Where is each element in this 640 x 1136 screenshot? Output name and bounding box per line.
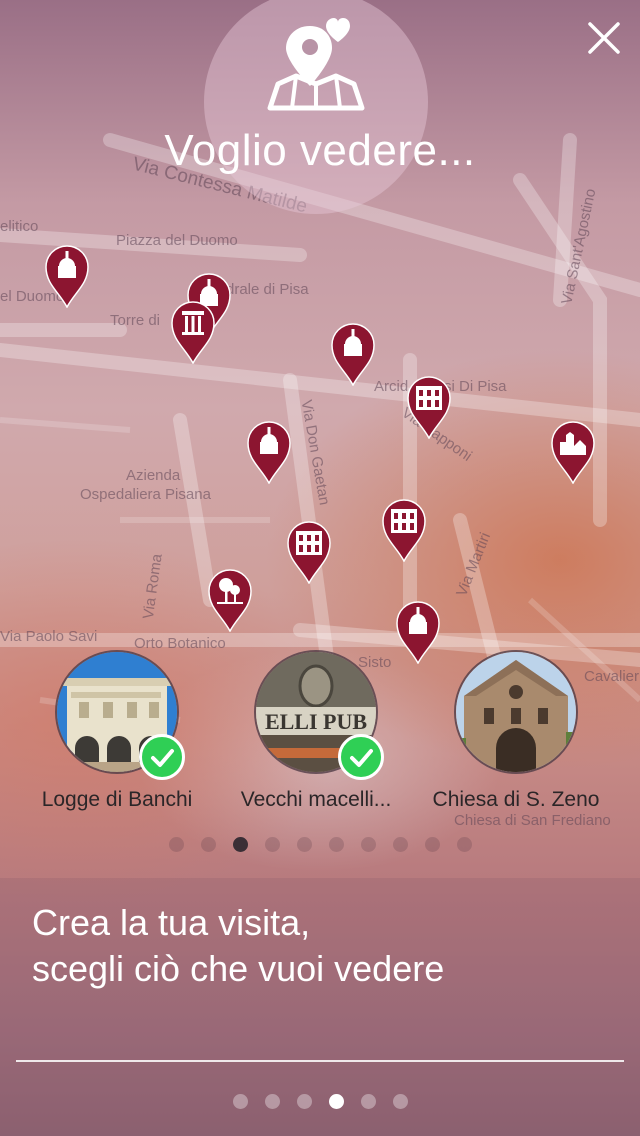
page-dot[interactable] (232, 1094, 248, 1109)
carousel-dot[interactable] (328, 837, 344, 852)
page-dot-active[interactable] (328, 1094, 344, 1109)
street-label: Via Paolo Savi (0, 628, 98, 645)
palace-icon[interactable] (406, 375, 452, 439)
page-dot[interactable] (392, 1094, 408, 1109)
place-label: Logge di Banchi (41, 788, 193, 811)
caption-line-2: scegli ciò che vuoi vedere (32, 948, 445, 989)
place-card-chiesa-di-s-zeno[interactable]: Chiesa di S. Zeno (416, 650, 616, 812)
street-label: elitico (0, 218, 39, 235)
place-card-logge-di-banchi[interactable]: Logge di Banchi (17, 650, 217, 812)
street-label: Ospedaliera Pisana (80, 486, 211, 503)
street-label: Azienda (126, 467, 181, 484)
page-dot[interactable] (360, 1094, 376, 1109)
street-label: drale di Pisa (226, 281, 309, 298)
carousel-dot-active[interactable] (232, 837, 248, 852)
garden-icon[interactable] (207, 568, 253, 632)
carousel-dot[interactable] (264, 837, 280, 852)
divider (16, 1060, 624, 1062)
monument-icon[interactable] (550, 420, 596, 484)
carousel-dot[interactable] (456, 837, 472, 852)
carousel-dot[interactable] (360, 837, 376, 852)
church-icon[interactable] (246, 420, 292, 484)
page-title: Voglio vedere... (164, 126, 476, 175)
street-label: si Di Pisa (444, 378, 507, 395)
selected-check-icon (338, 734, 384, 780)
carousel-dot[interactable] (168, 837, 184, 852)
street-label: Arcid (374, 378, 409, 395)
palace-icon[interactable] (286, 520, 332, 584)
church-icon[interactable] (330, 322, 376, 386)
selected-check-icon (139, 734, 185, 780)
street-label: Torre di (110, 312, 161, 329)
place-label: Chiesa di S. Zeno (432, 788, 600, 811)
carousel-dot[interactable] (424, 837, 440, 852)
map-heart-pin-icon (267, 18, 365, 111)
place-photo[interactable] (454, 650, 578, 774)
place-label: Vecchi macelli... (240, 788, 392, 811)
street-label: Piazza del Duomo (116, 232, 238, 249)
close-icon[interactable] (584, 18, 624, 58)
palace-icon[interactable] (381, 498, 427, 562)
page-dot[interactable] (296, 1094, 312, 1109)
street-label: Chiesa di San Frediano (454, 812, 611, 829)
carousel-dot[interactable] (392, 837, 408, 852)
page-dot[interactable] (264, 1094, 280, 1109)
carousel-dot[interactable] (296, 837, 312, 852)
column-icon[interactable] (170, 300, 216, 364)
caption-line-1: Crea la tua visita, (32, 902, 311, 943)
carousel-pager[interactable] (0, 837, 640, 852)
svg-text:ELLI PUB: ELLI PUB (265, 709, 367, 734)
page-indicator[interactable] (0, 1094, 640, 1109)
carousel-dot[interactable] (200, 837, 216, 852)
church-icon[interactable] (44, 244, 90, 308)
place-card-vecchi-macelli[interactable]: ELLI PUB Vecchi macelli... (216, 650, 416, 812)
